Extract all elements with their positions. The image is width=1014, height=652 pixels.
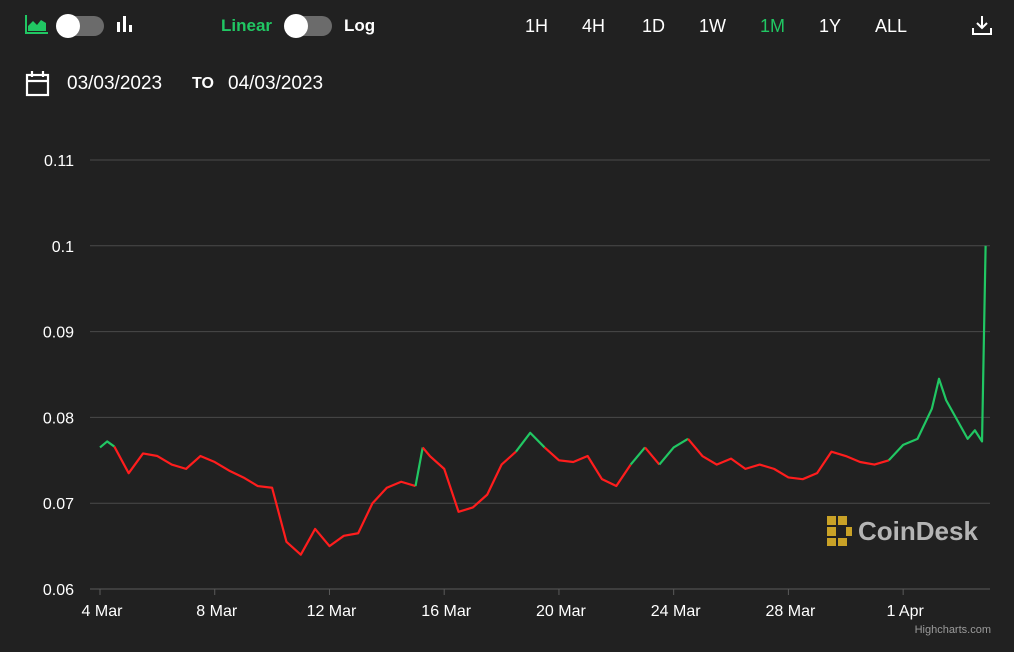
price-line-segment (644, 446, 661, 466)
x-tick-label: 16 Mar (421, 603, 471, 620)
price-line-segment (543, 446, 632, 488)
y-tick-label: 0.09 (43, 325, 74, 342)
price-line-segment (421, 446, 517, 513)
price-line-segment (658, 437, 689, 466)
highcharts-credits[interactable]: Highcharts.com (915, 624, 991, 636)
x-tick-label: 20 Mar (536, 603, 586, 620)
price-line-segment (687, 438, 890, 481)
price-line-segment (515, 431, 546, 453)
y-axis: 0.06 0.07 0.08 0.09 0.1 0.11 (43, 153, 74, 599)
y-tick-label: 0.07 (43, 496, 74, 513)
watermark: CoinDesk (827, 516, 978, 546)
x-tick-label: 24 Mar (651, 603, 701, 620)
y-tick-label: 0.08 (43, 410, 74, 427)
price-line-segment (887, 245, 987, 462)
price-line-segment (113, 446, 416, 556)
price-line-segment (414, 447, 424, 487)
y-tick-label: 0.1 (52, 239, 74, 256)
x-tick-label: 28 Mar (766, 603, 816, 620)
watermark-text: CoinDesk (858, 516, 978, 546)
x-tick-label: 12 Mar (307, 603, 357, 620)
x-tick-label: 4 Mar (82, 603, 124, 620)
chart-grid (90, 159, 990, 590)
y-tick-label: 0.06 (43, 582, 74, 599)
x-axis: 4 Mar 8 Mar 12 Mar 16 Mar 20 Mar 24 Mar 28 Mar… (82, 588, 990, 620)
y-tick-label: 0.11 (44, 153, 74, 170)
price-chart: 0.06 0.07 0.08 0.09 0.1 0.11 4 Mar 8 Mar 12 Mar… (43, 153, 991, 636)
price-line-segment (629, 446, 646, 466)
x-tick-label: 1 Apr (886, 603, 924, 620)
plot-area[interactable] (99, 245, 987, 556)
x-tick-label: 8 Mar (196, 603, 238, 620)
coindesk-logo-icon (827, 516, 852, 546)
price-line-segment (99, 440, 115, 449)
